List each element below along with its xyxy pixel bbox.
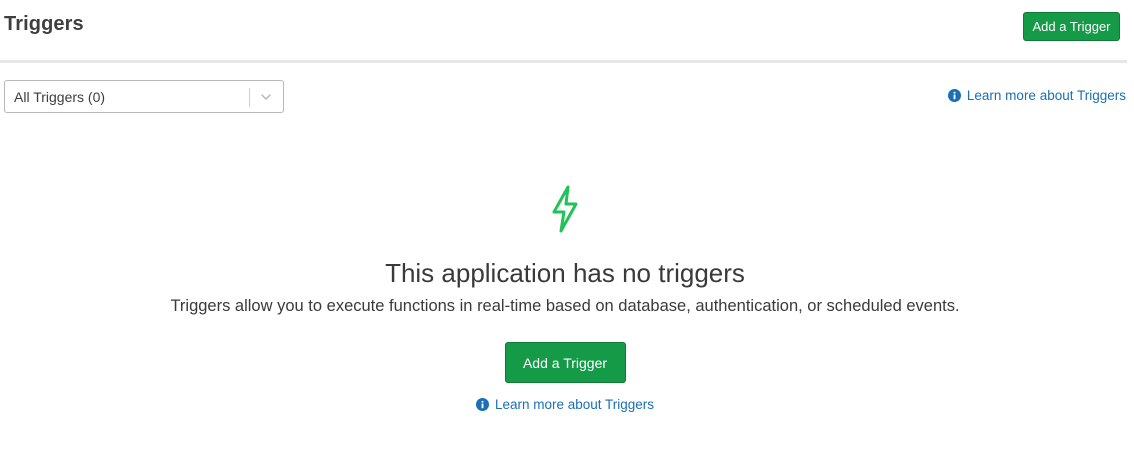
add-trigger-button-center[interactable]: Add a Trigger — [504, 342, 626, 383]
learn-more-link-bottom[interactable]: Learn more about Triggers — [0, 397, 1130, 412]
add-trigger-button[interactable]: Add a Trigger — [1023, 12, 1120, 41]
learn-more-label: Learn more about Triggers — [966, 88, 1126, 103]
filter-divider — [249, 88, 250, 107]
empty-state: This application has no triggers Trigger… — [0, 180, 1130, 412]
filter-selected-value: All Triggers (0) — [14, 89, 106, 105]
info-icon — [947, 89, 961, 102]
page-title: Triggers — [4, 13, 84, 35]
triggers-page: Triggers Add a Trigger All Triggers (0) … — [0, 0, 1134, 451]
lightning-bolt-icon — [552, 185, 578, 233]
chevron-down-icon — [261, 94, 271, 100]
empty-state-title: This application has no triggers — [385, 258, 745, 288]
learn-more-label: Learn more about Triggers — [494, 397, 655, 412]
trigger-filter-select[interactable]: All Triggers (0) — [4, 80, 284, 113]
info-icon — [475, 398, 489, 411]
learn-more-link[interactable]: Learn more about Triggers — [947, 88, 1126, 103]
empty-state-description: Triggers allow you to execute functions … — [170, 297, 960, 315]
page-header: Triggers Add a Trigger — [0, 0, 1127, 63]
